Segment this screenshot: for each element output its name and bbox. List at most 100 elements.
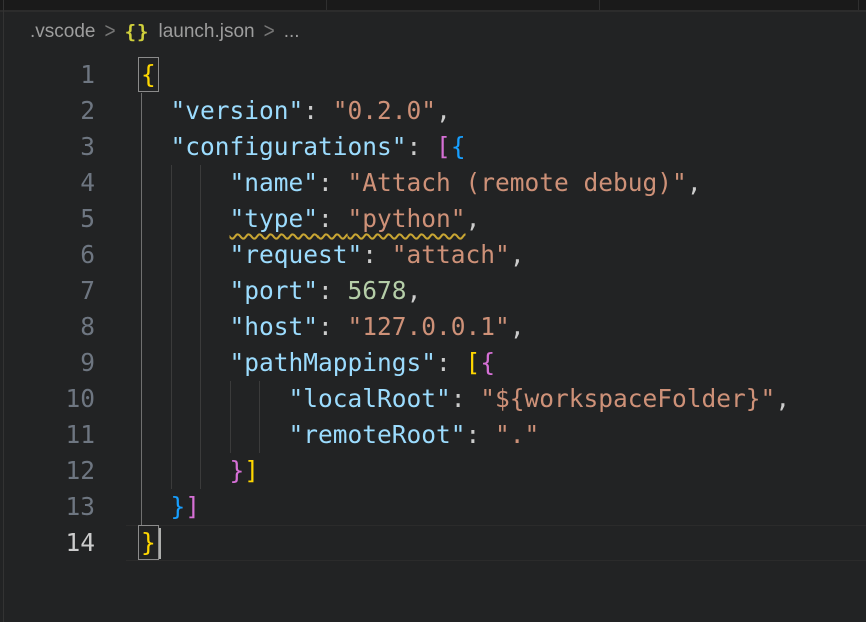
text-cursor xyxy=(159,528,161,559)
code-line[interactable]: 5 "type": "python", xyxy=(0,201,866,237)
code-token: { xyxy=(480,348,495,377)
code-line[interactable]: 8 "host": "127.0.0.1", xyxy=(0,309,866,345)
code-token: "request" xyxy=(230,240,363,269)
line-number[interactable]: 6 xyxy=(0,237,95,273)
code-token: : xyxy=(466,420,496,449)
code-token: "port" xyxy=(230,276,319,305)
code-token: : xyxy=(318,168,348,197)
code-token: "type" xyxy=(230,204,319,233)
code-token: "${workspaceFolder}" xyxy=(480,384,775,413)
code-token xyxy=(141,240,230,269)
code-token: 5678 xyxy=(348,276,407,305)
code-token: : xyxy=(362,240,392,269)
line-number[interactable]: 1 xyxy=(0,57,95,93)
code-line[interactable]: 10 "localRoot": "${workspaceFolder}", xyxy=(0,381,866,417)
line-number[interactable]: 5 xyxy=(0,201,95,237)
code-line[interactable]: 2 "version": "0.2.0", xyxy=(0,93,866,129)
code-token: "python" xyxy=(348,204,466,233)
code-line[interactable]: 12 }] xyxy=(0,453,866,489)
code-line[interactable]: 13 }] xyxy=(0,489,866,525)
line-number[interactable]: 13 xyxy=(0,489,95,525)
code-line-text: "type": "python", xyxy=(95,201,480,237)
code-token: : xyxy=(318,204,348,233)
code-token: "0.2.0" xyxy=(333,96,436,125)
code-token: : xyxy=(436,348,466,377)
code-line-text: "port": 5678, xyxy=(95,273,421,309)
tab-separator xyxy=(326,0,327,10)
code-line-text: { xyxy=(95,57,156,93)
line-number[interactable]: 3 xyxy=(0,129,95,165)
chevron-right-icon: > xyxy=(264,19,275,44)
chevron-right-icon: > xyxy=(104,19,115,44)
breadcrumb-symbol[interactable]: ... xyxy=(284,21,300,43)
code-line[interactable]: 9 "pathMappings": [{ xyxy=(0,345,866,381)
breadcrumb-folder[interactable]: .vscode xyxy=(30,21,95,43)
code-token: [ xyxy=(436,132,451,161)
code-token: , xyxy=(407,276,422,305)
line-number[interactable]: 11 xyxy=(0,417,95,453)
json-braces-icon: {} xyxy=(125,21,150,43)
code-token: : xyxy=(303,96,333,125)
code-token xyxy=(141,384,289,413)
line-number[interactable]: 8 xyxy=(0,309,95,345)
tab-separator xyxy=(599,0,600,10)
code-token: } xyxy=(230,456,245,485)
code-line-text: "localRoot": "${workspaceFolder}", xyxy=(95,381,790,417)
code-line-text: "configurations": [{ xyxy=(95,129,466,165)
code-token: } xyxy=(171,492,186,521)
code-token: ] xyxy=(244,456,259,485)
code-token: "name" xyxy=(230,168,319,197)
code-token: "version" xyxy=(171,96,304,125)
code-token: , xyxy=(510,312,525,341)
tab-bar[interactable] xyxy=(0,0,866,12)
code-line[interactable]: 7 "port": 5678, xyxy=(0,273,866,309)
line-number[interactable]: 12 xyxy=(0,453,95,489)
line-number[interactable]: 9 xyxy=(0,345,95,381)
code-token xyxy=(141,456,230,485)
code-token: "." xyxy=(495,420,539,449)
code-line[interactable]: 3 "configurations": [{ xyxy=(0,129,866,165)
line-number[interactable]: 14 xyxy=(0,525,95,561)
tab-separator xyxy=(858,0,859,10)
code-line-text: "host": "127.0.0.1", xyxy=(95,309,525,345)
code-line[interactable]: 14} xyxy=(0,525,866,561)
code-line[interactable]: 11 "remoteRoot": "." xyxy=(0,417,866,453)
code-line-text: "name": "Attach (remote debug)", xyxy=(95,165,702,201)
code-token: : xyxy=(318,276,348,305)
code-token: : xyxy=(318,312,348,341)
code-editor[interactable]: 1{2 "version": "0.2.0",3 "configurations… xyxy=(0,0,866,622)
line-number[interactable]: 10 xyxy=(0,381,95,417)
code-token xyxy=(141,492,171,521)
code-token xyxy=(141,420,289,449)
code-token: , xyxy=(687,168,702,197)
code-line-text: } xyxy=(95,525,156,561)
code-token xyxy=(141,276,230,305)
code-token xyxy=(141,168,230,197)
code-line-text: "remoteRoot": "." xyxy=(95,417,539,453)
warning-squiggle: "type": "python" xyxy=(230,204,466,233)
code-lines: 1{2 "version": "0.2.0",3 "configurations… xyxy=(0,57,866,561)
code-token: ] xyxy=(185,492,200,521)
line-number[interactable]: 7 xyxy=(0,273,95,309)
code-line-text: "request": "attach", xyxy=(95,237,525,273)
code-token xyxy=(141,96,171,125)
code-token xyxy=(141,348,230,377)
code-line-text: "pathMappings": [{ xyxy=(95,345,495,381)
line-number[interactable]: 4 xyxy=(0,165,95,201)
code-token: "Attach (remote debug)" xyxy=(348,168,687,197)
code-token: , xyxy=(466,204,481,233)
bracket-match: { xyxy=(141,60,156,89)
code-token xyxy=(141,132,171,161)
code-line[interactable]: 6 "request": "attach", xyxy=(0,237,866,273)
breadcrumb-file[interactable]: launch.json xyxy=(158,21,254,43)
code-line[interactable]: 4 "name": "Attach (remote debug)", xyxy=(0,165,866,201)
code-token xyxy=(141,204,230,233)
code-token: "remoteRoot" xyxy=(289,420,466,449)
breadcrumb: .vscode > {} launch.json > ... xyxy=(30,14,300,50)
code-token: , xyxy=(775,384,790,413)
code-line[interactable]: 1{ xyxy=(0,57,866,93)
code-token: "pathMappings" xyxy=(230,348,437,377)
line-number[interactable]: 2 xyxy=(0,93,95,129)
code-token: , xyxy=(510,240,525,269)
code-token: : xyxy=(407,132,437,161)
